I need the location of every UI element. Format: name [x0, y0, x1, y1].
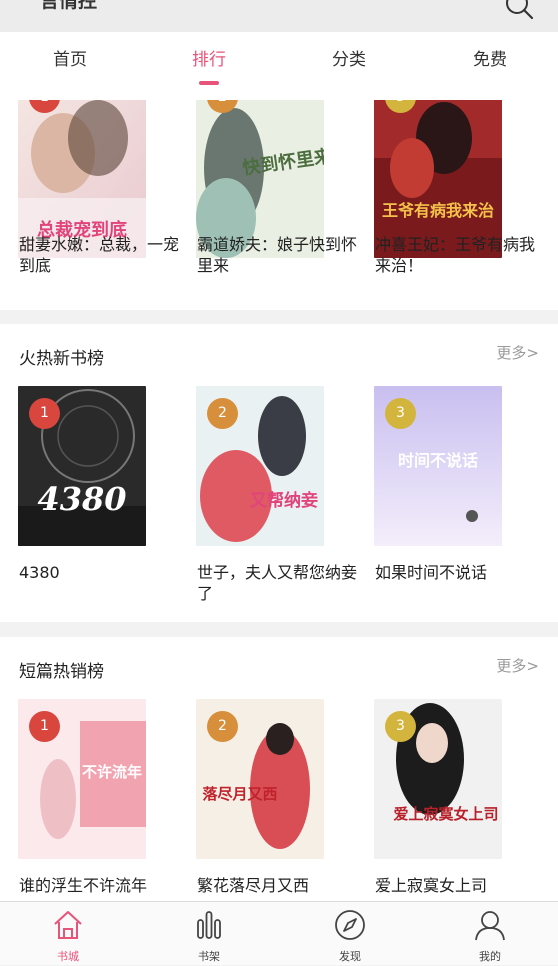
- book-title: 4380: [19, 563, 60, 582]
- ranking-section-short-bestseller: 短篇热销榜 更多> 不许流年 1 谁的浮生不许流年 落尽月又西 2 繁花落尽月又…: [0, 637, 558, 901]
- tab-label: 排行: [192, 50, 226, 70]
- rank-badge: 1: [29, 398, 60, 429]
- svg-text:不许流年: 不许流年: [82, 763, 142, 781]
- nav-bookshelf[interactable]: 书架: [139, 902, 279, 966]
- bottom-nav: 书城 书架 发现 我的: [0, 901, 558, 965]
- ranking-section-top: 总裁宠到底 1 甜妻水嫩：总裁，一宠到底 快到怀里来 2 霸道娇夫：娘子快到怀里…: [0, 100, 558, 310]
- tab-home[interactable]: 首页: [0, 32, 140, 100]
- nav-label: 书城: [57, 950, 79, 963]
- tab-label: 免费: [473, 50, 507, 70]
- more-link[interactable]: 更多>: [496, 655, 539, 676]
- nav-bookstore[interactable]: 书城: [0, 902, 138, 966]
- home-icon: [54, 911, 82, 939]
- compass-icon: [335, 910, 365, 940]
- svg-text:4380: 4380: [37, 480, 126, 518]
- book-title: 世子，夫人又帮您纳妾了: [197, 563, 358, 603]
- more-link[interactable]: 更多>: [496, 342, 539, 363]
- tab-category[interactable]: 分类: [279, 32, 419, 100]
- book-title: 冲喜王妃：王爷有病我来治！: [375, 235, 536, 275]
- nav-discover[interactable]: 发现: [280, 902, 420, 966]
- category-tabs: 首页 排行 分类 免费: [0, 32, 558, 100]
- nav-label: 书架: [198, 950, 220, 963]
- svg-text:时间不说话: 时间不说话: [398, 451, 478, 470]
- tab-label: 分类: [332, 50, 366, 70]
- search-icon: [506, 0, 534, 20]
- book-title: 霸道娇夫：娘子快到怀里来: [197, 235, 358, 275]
- tab-ranking[interactable]: 排行: [139, 32, 279, 100]
- nav-label: 发现: [339, 950, 361, 963]
- rank-badge: 2: [207, 711, 238, 742]
- rank-badge: 3: [385, 398, 416, 429]
- rank-badge: 3: [385, 711, 416, 742]
- book-title: 如果时间不说话: [375, 563, 488, 582]
- svg-text:王爷有病我来治: 王爷有病我来治: [382, 201, 494, 220]
- tab-label: 首页: [53, 50, 87, 70]
- section-title: 短篇热销榜: [19, 662, 104, 682]
- book-title: 甜妻水嫩：总裁，一宠到底: [19, 235, 180, 275]
- book-title: 繁花落尽月又西: [197, 876, 310, 895]
- active-tab-indicator: [199, 81, 219, 85]
- rank-badge: 1: [29, 711, 60, 742]
- svg-text:落尽月又西: 落尽月又西: [202, 785, 277, 803]
- svg-text:爱上寂寞女上司: 爱上寂寞女上司: [393, 805, 498, 823]
- rank-badge: 2: [207, 398, 238, 429]
- nav-label: 我的: [479, 950, 501, 963]
- top-bar: 言情控: [0, 0, 558, 32]
- tab-free[interactable]: 免费: [420, 32, 558, 100]
- book-title: 爱上寂寞女上司: [375, 876, 488, 895]
- bookshelf-icon: [197, 911, 221, 939]
- user-icon: [475, 911, 505, 941]
- nav-profile[interactable]: 我的: [420, 902, 558, 966]
- book-title: 谁的浮生不许流年: [19, 876, 148, 895]
- ranking-section-hot-new: 火热新书榜 更多> 4380 1 4380 又帮纳妾 2 世子，夫人又帮您纳妾了…: [0, 324, 558, 622]
- ranking-content[interactable]: 总裁宠到底 1 甜妻水嫩：总裁，一宠到底 快到怀里来 2 霸道娇夫：娘子快到怀里…: [0, 100, 558, 901]
- svg-text:又帮纳妾: 又帮纳妾: [250, 490, 318, 511]
- search-button[interactable]: [502, 0, 536, 22]
- app-title: 言情控: [40, 0, 98, 12]
- section-title: 火热新书榜: [19, 349, 104, 369]
